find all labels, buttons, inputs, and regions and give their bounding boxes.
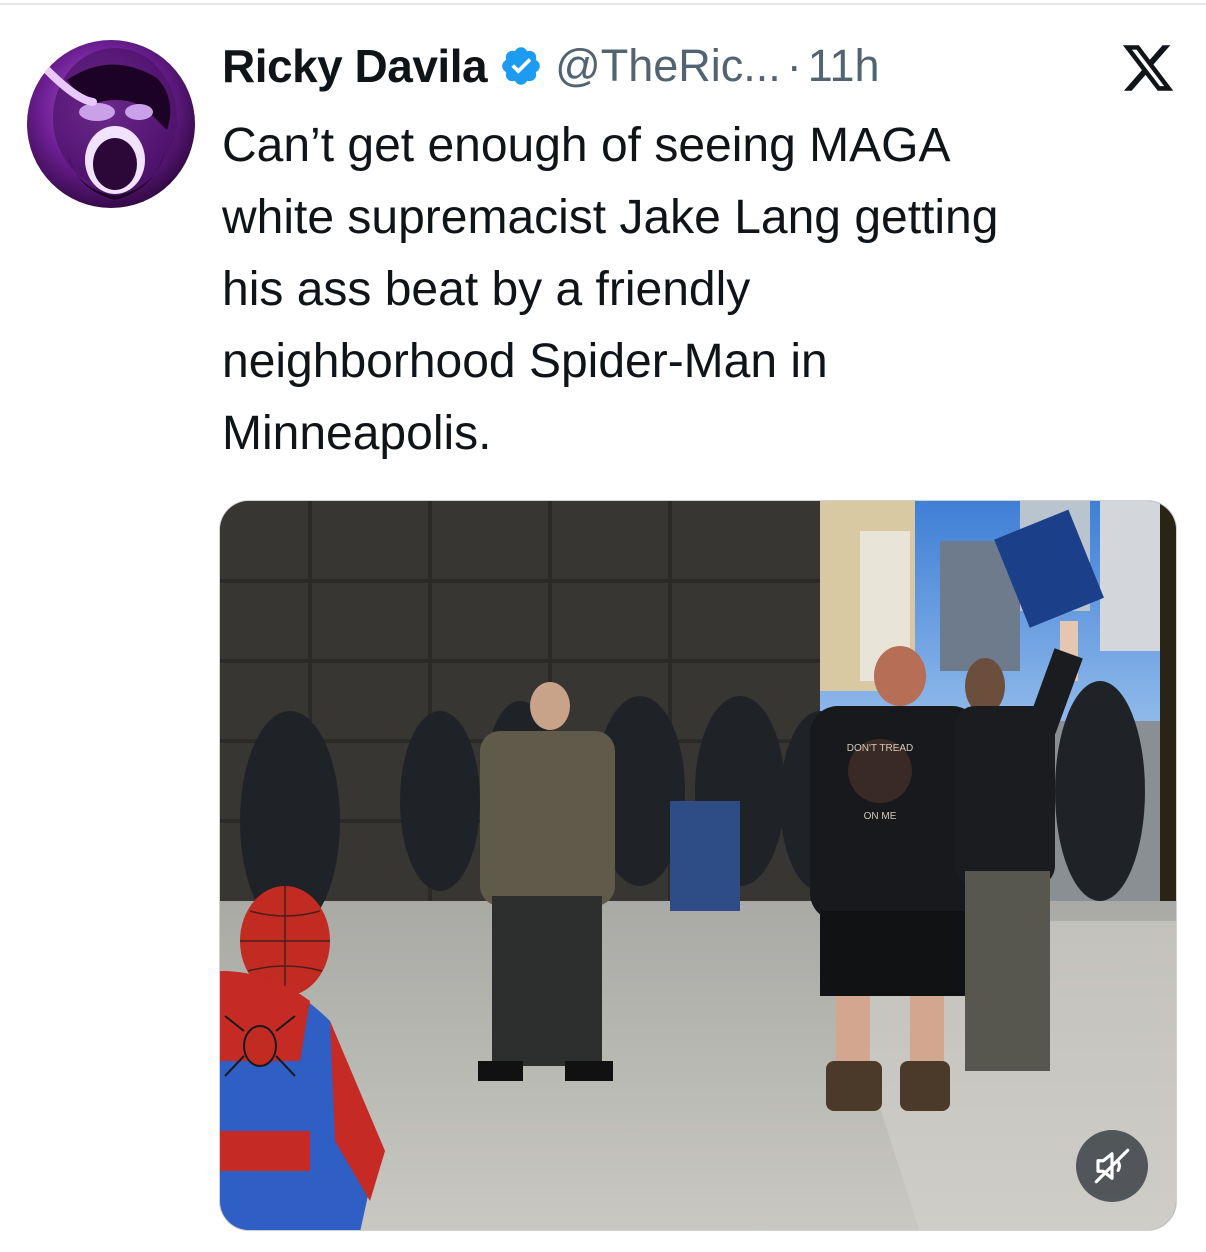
author-display-name[interactable]: Ricky Davila [222, 39, 488, 93]
tweet-text-line: white supremacist Jake Lang getting [222, 191, 999, 244]
tweet-video[interactable]: DON'T TREAD ON ME [219, 500, 1177, 1231]
tweet-text: Can’t get enough of seeing MAGA white su… [222, 110, 1162, 470]
shirt-text-top: DON'T TREAD [847, 743, 914, 754]
tweet-timestamp[interactable]: 11h [808, 40, 880, 92]
verified-badge-icon[interactable] [499, 44, 543, 88]
speaker-muted-icon [1094, 1148, 1130, 1184]
separator-dot: · [786, 40, 802, 91]
tweet-text-line: neighborhood Spider-Man in [222, 335, 828, 388]
avatar-photo [43, 48, 177, 200]
shirt-text-bottom: ON ME [864, 811, 897, 822]
video-frame: DON'T TREAD ON ME [220, 501, 1176, 1230]
tweet-header: Ricky Davila @TheRic... · 11h [222, 36, 880, 96]
tweet-text-line: Can’t get enough of seeing MAGA [222, 119, 951, 172]
avatar[interactable] [27, 40, 195, 208]
tweet-text-line: Minneapolis. [222, 407, 492, 460]
tweet-text-line: his ass beat by a friendly [222, 263, 751, 316]
mute-toggle-button[interactable] [1076, 1130, 1148, 1202]
x-logo-icon[interactable] [1120, 40, 1176, 96]
author-handle[interactable]: @TheRic... [555, 40, 781, 92]
top-divider [0, 3, 1206, 5]
